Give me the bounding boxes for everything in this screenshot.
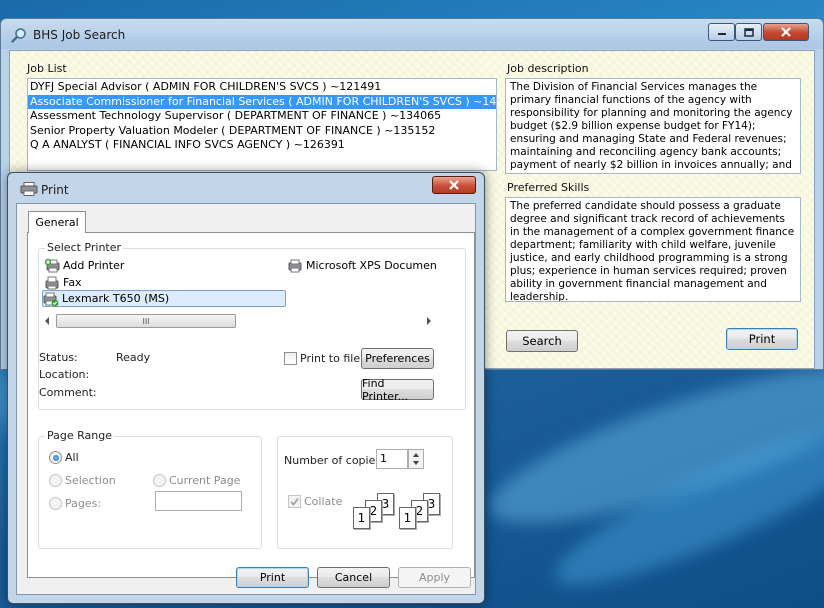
job-list-item[interactable]: Assessment Technology Supervisor ( DEPAR…	[28, 109, 496, 124]
collate-page-1: 1	[353, 507, 370, 529]
printer-icon	[20, 182, 38, 196]
collate-checkbox[interactable]	[288, 495, 301, 508]
job-list-item[interactable]: Senior Property Valuation Modeler ( DEPA…	[28, 124, 496, 139]
range-all-radio[interactable]	[49, 451, 62, 464]
check-icon	[290, 498, 299, 506]
scroll-grip: III	[142, 316, 150, 326]
range-current-page-radio[interactable]	[153, 474, 166, 487]
collate-page-1: 1	[399, 507, 416, 529]
job-list-label: Job List	[27, 62, 67, 75]
fax-label: Fax	[63, 276, 82, 289]
printer-default-icon	[43, 292, 59, 306]
search-button[interactable]: Search	[506, 330, 578, 352]
print-to-file-label: Print to file	[300, 352, 361, 365]
copies-value: 1	[380, 452, 387, 465]
job-description-label: Job description	[507, 62, 589, 75]
close-icon	[449, 180, 459, 190]
spin-up-icon[interactable]	[409, 450, 423, 459]
collate-pages-icon: 3 2 1	[399, 493, 445, 529]
dialog-cancel-button[interactable]: Cancel	[317, 567, 390, 588]
printer-xps[interactable]: Microsoft XPS Documen	[287, 257, 437, 274]
add-printer-label: Add Printer	[63, 259, 125, 272]
xps-label: Microsoft XPS Documen	[306, 259, 437, 272]
spin-down-icon[interactable]	[409, 459, 423, 468]
page-range-label: Page Range	[45, 429, 114, 442]
copies-spinner[interactable]	[408, 449, 424, 469]
printer-add-printer[interactable]: Add Printer	[44, 257, 124, 274]
general-tab-panel: Select Printer Add Printer Fax Lexmark T…	[27, 232, 475, 578]
pages-input[interactable]	[155, 491, 242, 511]
select-printer-group: Select Printer Add Printer Fax Lexmark T…	[38, 241, 466, 410]
maximize-button[interactable]	[735, 23, 762, 41]
page-range-group: Page Range All Selection Current Page Pa…	[38, 429, 262, 549]
status-value: Ready	[116, 351, 151, 364]
comment-label: Comment:	[39, 386, 97, 399]
magnifier-icon	[11, 28, 26, 43]
range-current-page-label: Current Page	[169, 474, 241, 487]
dialog-apply-button[interactable]: Apply	[398, 567, 471, 588]
status-label: Status:	[39, 351, 78, 364]
job-list-item-selected[interactable]: Associate Commissioner for Financial Ser…	[28, 94, 524, 109]
close-icon	[781, 27, 791, 37]
range-all-label: All	[65, 451, 79, 464]
copies-input[interactable]: 1	[376, 449, 408, 469]
range-selection-radio[interactable]	[49, 474, 62, 487]
printer-lexmark-selected[interactable]: Lexmark T650 (MS)	[42, 290, 286, 307]
job-list[interactable]: DYFJ Special Advisor ( ADMIN FOR CHILDRE…	[27, 78, 524, 171]
print-dialog-title: Print	[41, 183, 69, 197]
location-label: Location:	[39, 368, 90, 381]
job-list-item[interactable]: DYFJ Special Advisor ( ADMIN FOR CHILDRE…	[28, 80, 496, 95]
minimize-icon	[717, 33, 726, 35]
print-button[interactable]: Print	[726, 328, 798, 350]
find-printer-button[interactable]: Find Printer...	[361, 377, 434, 403]
maximize-icon	[743, 27, 754, 37]
range-pages-label: Pages:	[65, 497, 102, 510]
window-title: BHS Job Search	[33, 28, 126, 42]
scroll-thumb[interactable]: III	[56, 314, 236, 328]
dialog-print-button[interactable]: Print	[236, 567, 309, 588]
scroll-left-icon[interactable]	[42, 313, 52, 329]
print-dialog: Print Select Printer Add Printer Fax Lex…	[7, 172, 485, 604]
collate-pages-icon: 3 2 1	[353, 493, 399, 529]
select-printer-label: Select Printer	[45, 241, 124, 254]
print-dialog-close-button[interactable]	[432, 176, 476, 194]
title-bar[interactable]: BHS Job Search	[1, 19, 823, 49]
print-dialog-body: Select Printer Add Printer Fax Lexmark T…	[16, 203, 476, 595]
add-printer-icon	[44, 258, 60, 272]
printer-fax[interactable]: Fax	[44, 274, 82, 291]
close-button[interactable]	[763, 23, 809, 41]
range-pages-radio[interactable]	[49, 497, 62, 510]
xps-printer-icon	[288, 259, 302, 272]
preferences-button[interactable]: Preferences	[361, 348, 434, 369]
printer-list-scrollbar[interactable]: III	[42, 313, 434, 329]
preferred-skills-text[interactable]: The preferred candidate should possess a…	[505, 197, 801, 302]
fax-icon	[45, 276, 59, 289]
job-list-item[interactable]: Q A ANALYST ( FINANCIAL INFO SVCS AGENCY…	[28, 138, 496, 153]
preferred-skills-label: Preferred Skills	[507, 181, 590, 194]
copies-group: Number of copies: 1 Collate 3 2 1 3 2 1	[277, 436, 453, 549]
collate-label: Collate	[304, 495, 343, 508]
minimize-button[interactable]	[708, 23, 735, 41]
lexmark-label: Lexmark T650 (MS)	[62, 292, 170, 305]
copies-label: Number of copies:	[284, 454, 385, 467]
scroll-right-icon[interactable]	[424, 313, 434, 329]
job-description-text[interactable]: The Division of Financial Services manag…	[505, 78, 801, 174]
print-dialog-title-bar[interactable]: Print	[8, 173, 484, 203]
print-to-file-checkbox[interactable]	[284, 352, 297, 365]
tab-general[interactable]: General	[28, 211, 86, 233]
range-selection-label: Selection	[65, 474, 116, 487]
